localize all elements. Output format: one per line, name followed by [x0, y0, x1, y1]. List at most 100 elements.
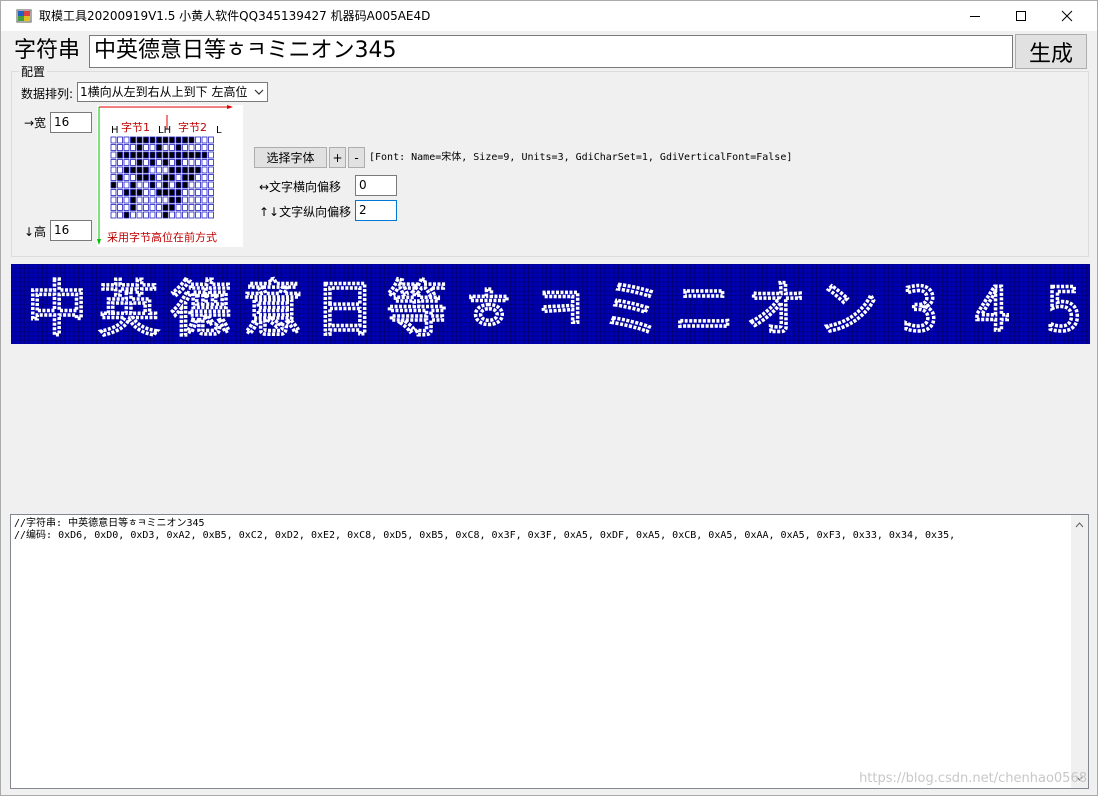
string-input[interactable]: 中英德意日等ㅎㅋミニオン345 [89, 35, 1013, 68]
led-preview-panel: 中英德意日等ㅎㅋミニオン345 [10, 263, 1090, 347]
byte-grid-cell [136, 211, 143, 219]
byte-grid-cell [123, 166, 130, 174]
byte-grid-cell [110, 144, 117, 151]
byte-grid-cell [156, 174, 162, 181]
byte-grid-cell [149, 211, 156, 219]
arrange-select-value: 1横向从左到右从上到下 左高位 [80, 85, 248, 99]
byte-grid-cell [182, 166, 188, 174]
byte-order-diagram: 字节1 字节2 H LH L 采用字节高位在前方式 [97, 105, 243, 247]
byte-grid-cell [136, 144, 143, 151]
byte-grid-cell [208, 181, 214, 189]
byte-grid-cell [130, 189, 136, 196]
minus-button[interactable]: - [348, 147, 365, 168]
v-offset-label: ↑↓文字纵向偏移 [259, 205, 352, 219]
byte2-label: 字节2 [178, 121, 207, 134]
select-font-button[interactable]: 选择字体 [254, 147, 327, 168]
close-button[interactable] [1044, 1, 1090, 31]
byte-grid-cell [130, 159, 136, 166]
byte-grid-cell [175, 204, 182, 211]
string-label: 字符串 [14, 38, 81, 63]
byte-grid-cell [201, 159, 208, 166]
byte-grid-cell [162, 159, 169, 166]
byte-grid-cell [156, 166, 162, 174]
close-icon [1061, 10, 1073, 22]
generate-button[interactable]: 生成 [1015, 34, 1087, 69]
byte-grid-cell [156, 189, 162, 196]
byte-grid-cell [156, 159, 162, 166]
byte-grid-cell [175, 166, 182, 174]
led-char: 日 [315, 275, 375, 344]
minimize-button[interactable] [952, 1, 998, 31]
byte-grid-cell [110, 151, 117, 159]
byte-grid-cell [117, 159, 123, 166]
byte-grid-cell [123, 144, 130, 151]
lh-bit-label: LH [158, 125, 172, 136]
byte-grid-cell [208, 166, 214, 174]
byte-grid-cell [162, 189, 169, 196]
byte-grid-cell [175, 136, 182, 144]
byte-grid-cell [201, 189, 208, 196]
byte-grid-cell [188, 204, 195, 211]
byte-grid-cell [169, 181, 175, 189]
byte-grid-cell [143, 181, 149, 189]
led-char: 5 [1046, 275, 1082, 344]
byte-grid-cell [201, 211, 208, 219]
byte-grid-cell [123, 204, 130, 211]
output-textarea[interactable]: //字符串: 中英德意日等ㅎㅋミニオン345 //编码: 0xD6, 0xD0,… [10, 514, 1089, 789]
byte-grid-cell [208, 211, 214, 219]
h-offset-input[interactable]: 0 [355, 175, 397, 196]
v-offset-input[interactable]: 2 [355, 200, 397, 221]
height-input[interactable]: 16 [50, 220, 92, 241]
byte-grid-cell [130, 181, 136, 189]
low-bit-label: L [216, 125, 222, 136]
byte-grid-cell [162, 136, 169, 144]
byte-grid-cell [175, 144, 182, 151]
byte-grid-cell [149, 174, 156, 181]
byte-grid-cell [195, 166, 201, 174]
byte-grid-cell [169, 144, 175, 151]
config-group-label: 配置 [19, 63, 48, 80]
maximize-button[interactable] [998, 1, 1044, 31]
byte-grid-cell [130, 166, 136, 174]
byte-grid-cell [136, 181, 143, 189]
led-char: ㅋ [533, 275, 588, 344]
led-char: ニ [674, 275, 734, 344]
byte-grid-cell [110, 204, 117, 211]
byte-grid-cell [149, 196, 156, 204]
byte-grid-cell [208, 204, 214, 211]
byte-grid-cell [208, 189, 214, 196]
chevron-down-icon [254, 89, 264, 95]
led-char: ン [818, 275, 878, 344]
byte-grid-cell [110, 196, 117, 204]
byte-grid-cell [123, 159, 130, 166]
byte-grid-cell [130, 211, 136, 219]
byte-grid-cell [149, 159, 156, 166]
plus-button[interactable]: + [329, 147, 346, 168]
led-char: ミ [602, 275, 662, 344]
byte-grid-cell [195, 144, 201, 151]
byte-grid-cell [117, 174, 123, 181]
byte-grid-cell [195, 204, 201, 211]
arrange-select[interactable]: 1横向从左到右从上到下 左高位 [77, 82, 268, 102]
byte-grid-cell [162, 144, 169, 151]
byte-grid-cell [201, 196, 208, 204]
byte-grid-cell [208, 151, 214, 159]
main-window: 取模工具20200919V1.5 小黄人软件QQ345139427 机器码A00… [0, 0, 1098, 796]
title-bar: 取模工具20200919V1.5 小黄人软件QQ345139427 机器码A00… [1, 1, 1097, 31]
output-scrollbar[interactable] [1071, 515, 1088, 788]
byte-grid-cell [188, 196, 195, 204]
byte-grid-cell [169, 151, 175, 159]
byte-grid-cell [117, 204, 123, 211]
width-input[interactable]: 16 [50, 112, 92, 133]
byte-grid-cell [208, 159, 214, 166]
led-char: 德 [171, 275, 231, 344]
byte-grid-cell [188, 189, 195, 196]
byte-grid-cell [182, 144, 188, 151]
byte-grid-cell [169, 211, 175, 219]
byte-grid-cell [123, 174, 130, 181]
byte-grid-cell [169, 196, 175, 204]
byte-grid-cell [143, 189, 149, 196]
byte-grid-cell [136, 166, 143, 174]
byte-grid-cell [117, 151, 123, 159]
byte-grid-cell [149, 204, 156, 211]
